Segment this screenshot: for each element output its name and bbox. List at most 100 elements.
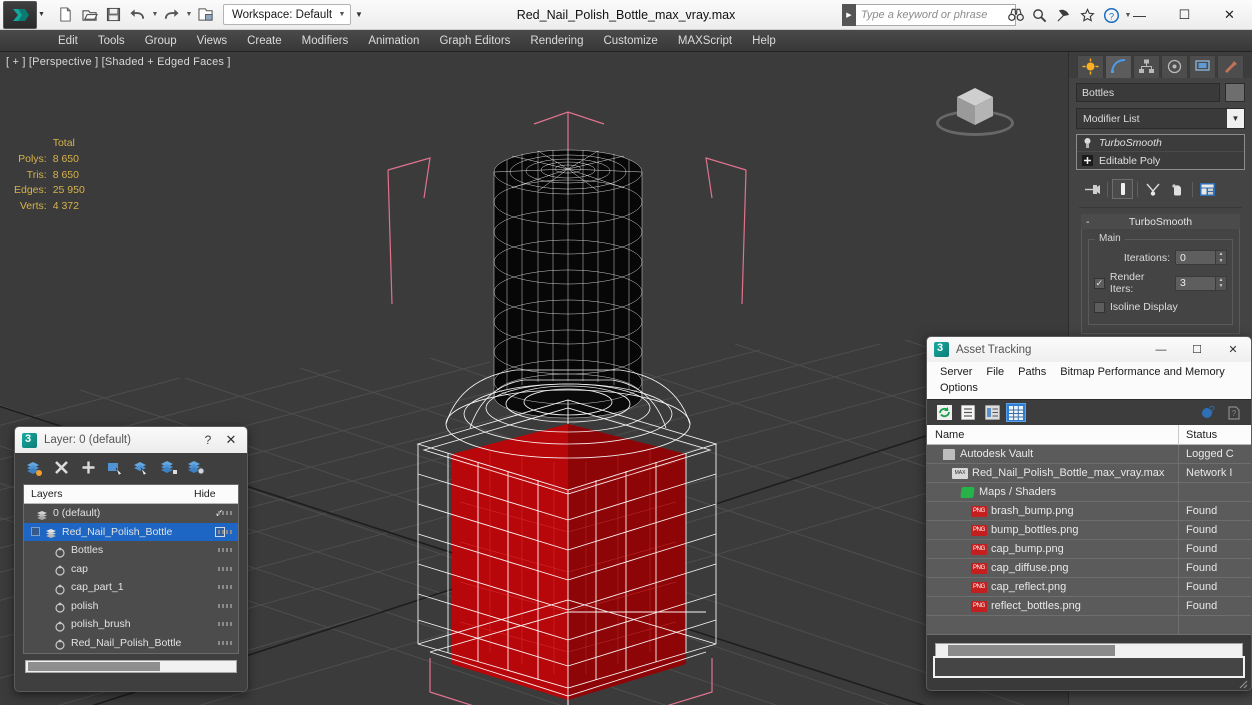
app-menu-caret-icon[interactable]: ▼ <box>38 11 45 18</box>
refresh-icon[interactable] <box>934 403 954 422</box>
maximize-button[interactable]: ☐ <box>1162 0 1207 30</box>
create-tab[interactable] <box>1077 54 1104 78</box>
motion-tab[interactable] <box>1161 54 1188 78</box>
remove-modifier-icon[interactable] <box>1167 179 1188 199</box>
layer-explorer-dialog[interactable]: Layer: 0 (default) ? ✕ <box>14 426 248 692</box>
render-iters-checkbox[interactable]: ✓ <box>1094 277 1105 289</box>
modifier-stack[interactable]: TurboSmooth Editable Poly <box>1076 134 1245 170</box>
hide-toggle[interactable] <box>218 529 232 534</box>
scrollbar-thumb[interactable] <box>28 662 160 671</box>
list-item[interactable]: Red_Nail_Polish_Bottle <box>24 634 238 653</box>
configure-modifier-sets-icon[interactable] <box>1197 179 1218 199</box>
layer-dialog-help-button[interactable]: ? <box>197 433 219 447</box>
at-menu-paths[interactable]: Paths <box>1011 364 1053 380</box>
search-input[interactable] <box>856 4 1016 26</box>
menu-help[interactable]: Help <box>742 32 786 50</box>
workspace-caret-icon[interactable]: ▼ <box>338 11 346 18</box>
modifier-stack-item-turbosmooth[interactable]: TurboSmooth <box>1077 135 1244 152</box>
viewcube-navigator[interactable] <box>930 72 1020 152</box>
workspace-dropdown-button[interactable]: ▼ <box>351 4 367 25</box>
at-menu-options[interactable]: Options <box>933 380 985 396</box>
modifier-list-dropdown[interactable]: Modifier List ▼ <box>1076 108 1245 129</box>
satellite-icon[interactable] <box>1052 4 1075 27</box>
at-menu-bitmap-performance[interactable]: Bitmap Performance and Memory <box>1053 364 1231 380</box>
asset-tracking-dialog[interactable]: Asset Tracking — ☐ ✕ Server File Paths B… <box>926 336 1252 691</box>
list-view-icon[interactable] <box>958 403 978 422</box>
hierarchy-tab[interactable] <box>1133 54 1160 78</box>
menu-tools[interactable]: Tools <box>88 32 135 50</box>
menu-edit[interactable]: Edit <box>48 32 88 50</box>
layer-properties-icon[interactable] <box>185 457 207 478</box>
list-item[interactable]: polish <box>24 597 238 616</box>
hide-toggle[interactable] <box>218 640 232 645</box>
list-item[interactable]: cap_part_1 <box>24 578 238 597</box>
workspace-selector[interactable]: Workspace: Default ▼ <box>222 4 351 25</box>
table-row[interactable]: PNG brash_bump.png Found <box>927 501 1251 521</box>
list-item[interactable]: 0 (default) ✓ <box>24 504 238 523</box>
undo-icon[interactable] <box>127 4 149 26</box>
new-file-icon[interactable] <box>55 4 77 26</box>
isoline-display-checkbox[interactable] <box>1094 301 1105 313</box>
binoculars-icon[interactable] <box>1004 4 1027 27</box>
rollout-collapse-icon[interactable]: - <box>1086 216 1090 228</box>
viewcube-cube-icon[interactable] <box>954 86 996 128</box>
render-iters-spinner[interactable]: 3 ▲ ▼ <box>1175 275 1227 291</box>
redo-icon[interactable] <box>161 4 183 26</box>
chevron-down-icon[interactable]: ▼ <box>1227 109 1244 128</box>
table-row[interactable]: PNG cap_reflect.png Found <box>927 577 1251 597</box>
magnifier-icon[interactable] <box>1028 4 1051 27</box>
hide-toggle[interactable] <box>218 622 232 627</box>
redo-dropdown-caret-icon[interactable]: ▼ <box>185 11 193 18</box>
table-row[interactable]: PNG cap_bump.png Found <box>927 539 1251 559</box>
layer-list[interactable]: Layers Hide 0 (default) ✓ Red_Nail_Polis… <box>23 484 239 654</box>
make-unique-icon[interactable] <box>1142 179 1163 199</box>
hide-toggle[interactable] <box>218 566 232 571</box>
render-iters-value[interactable]: 3 <box>1175 275 1216 291</box>
modifier-stack-item-editable-poly[interactable]: Editable Poly <box>1077 152 1244 169</box>
spinner-arrows-icon[interactable]: ▲ ▼ <box>1216 275 1227 291</box>
help-question-icon[interactable]: ? <box>1199 403 1219 422</box>
delete-layer-icon[interactable] <box>50 457 72 478</box>
hide-toggle[interactable] <box>218 511 232 516</box>
spinner-arrows-icon[interactable]: ▲ ▼ <box>1216 250 1227 265</box>
table-row[interactable]: Autodesk Vault Logged C <box>927 444 1251 464</box>
project-folder-icon[interactable] <box>195 4 217 26</box>
list-item[interactable]: polish_brush <box>24 615 238 634</box>
minimize-button[interactable]: — <box>1117 0 1162 30</box>
menu-rendering[interactable]: Rendering <box>520 32 593 50</box>
undo-dropdown-caret-icon[interactable]: ▼ <box>151 11 159 18</box>
layer-expand-checkbox[interactable] <box>31 527 40 537</box>
layer-dialog-title-bar[interactable]: Layer: 0 (default) ? ✕ <box>15 427 247 453</box>
table-row[interactable]: PNG reflect_bottles.png Found <box>927 596 1251 616</box>
menu-views[interactable]: Views <box>187 32 237 50</box>
star-icon[interactable] <box>1076 4 1099 27</box>
asset-table[interactable]: Autodesk Vault Logged C MAX Red_Nail_Pol… <box>927 444 1251 635</box>
menu-modifiers[interactable]: Modifiers <box>292 32 359 50</box>
utilities-tab[interactable] <box>1217 54 1244 78</box>
search-dropdown-arrow-icon[interactable]: ▶ <box>842 4 856 26</box>
highlight-selected-icon[interactable] <box>131 457 153 478</box>
pin-stack-icon[interactable] <box>1082 179 1103 199</box>
menu-animation[interactable]: Animation <box>358 32 429 50</box>
asset-tracking-maximize-button[interactable]: ☐ <box>1179 337 1215 362</box>
grid-view-icon[interactable] <box>1006 403 1026 422</box>
at-menu-server[interactable]: Server <box>933 364 979 380</box>
close-button[interactable]: ✕ <box>1207 0 1252 30</box>
list-item[interactable]: Bottles <box>24 541 238 560</box>
object-name-field[interactable]: Bottles <box>1076 83 1220 102</box>
layer-horizontal-scrollbar[interactable] <box>25 660 237 673</box>
object-color-swatch[interactable] <box>1225 83 1245 102</box>
lightbulb-icon[interactable] <box>1081 137 1093 149</box>
add-to-layer-icon[interactable] <box>77 457 99 478</box>
iterations-value[interactable]: 0 <box>1175 250 1216 265</box>
hide-toggle[interactable] <box>218 585 232 590</box>
context-help-icon[interactable]: ? <box>1224 403 1244 422</box>
scrollbar-thumb[interactable] <box>948 645 1115 656</box>
isoline-display-row[interactable]: Isoline Display <box>1094 301 1227 313</box>
menu-maxscript[interactable]: MAXScript <box>668 32 742 50</box>
layer-dialog-close-button[interactable]: ✕ <box>219 432 243 448</box>
show-end-result-icon[interactable] <box>1112 179 1133 199</box>
iterations-spinner[interactable]: 0 ▲ ▼ <box>1175 250 1227 265</box>
resize-grip-icon[interactable] <box>1236 677 1248 689</box>
create-new-layer-icon[interactable] <box>23 457 45 478</box>
